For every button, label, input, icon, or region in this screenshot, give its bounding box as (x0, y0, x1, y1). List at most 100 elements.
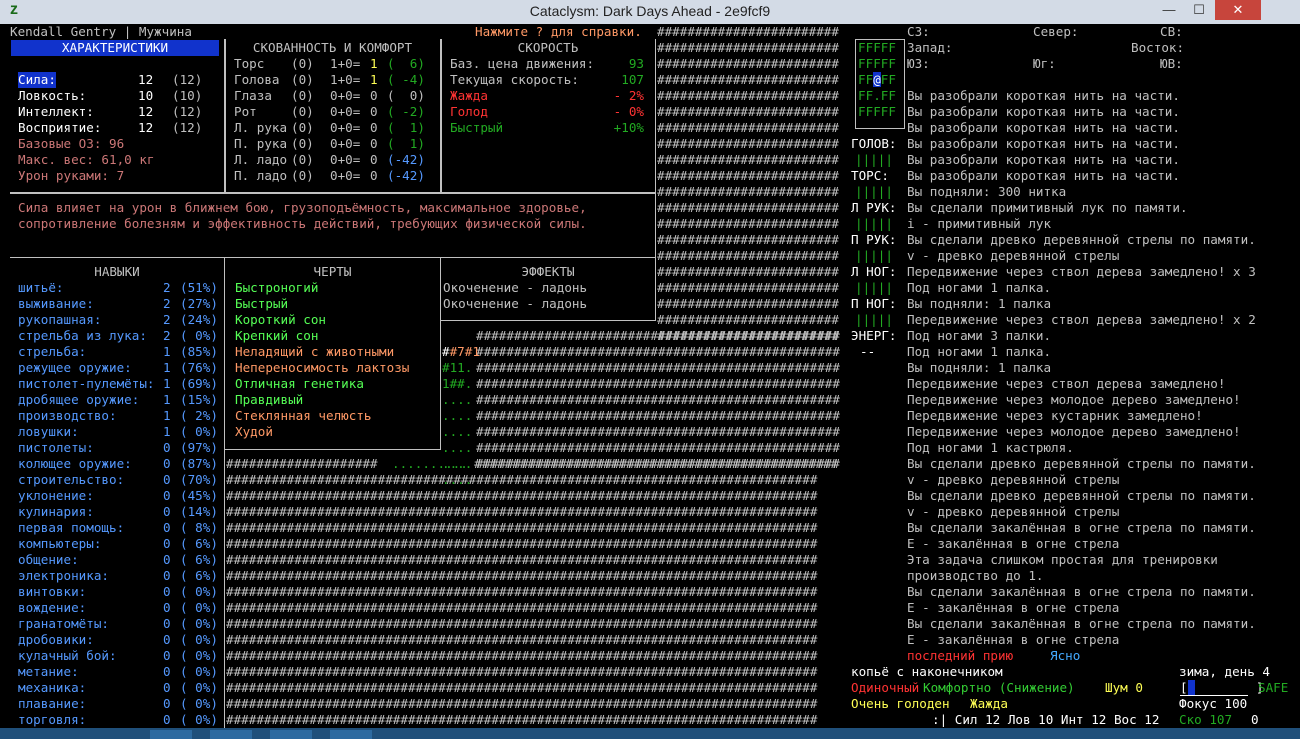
stat-value: 12 (138, 120, 154, 135)
enc-part: Л. рука (234, 120, 288, 135)
taskbar-app[interactable] (270, 730, 312, 739)
skill-progress: (85%) (180, 344, 218, 359)
taskbar-app[interactable] (150, 730, 192, 739)
skill-name: пистолет-пулемёты: (18, 376, 155, 391)
log-line: Передвижение через ствол дерева замедлен… (907, 264, 1256, 279)
taskbar-app[interactable] (330, 730, 372, 739)
enc-part: П. ладо (234, 168, 288, 183)
maximize-button[interactable]: ☐ (1185, 0, 1213, 20)
map-hash-row: ######################## (657, 88, 839, 103)
enc-c: 0 (370, 88, 378, 103)
safe-mode[interactable]: SAFE (1258, 680, 1288, 696)
skill-progress: ( 0%) (180, 664, 218, 679)
skill-progress: (97%) (180, 440, 218, 455)
taskbar-app[interactable] (210, 730, 252, 739)
enc-c: 1 (370, 72, 378, 87)
skill-progress: (14%) (180, 504, 218, 519)
skill-name: ловушки: (18, 424, 79, 439)
skill-name: режущее оружие: (18, 360, 132, 375)
bodypart-hp-bar: ||||| (855, 184, 893, 199)
skill-name: дробовики: (18, 632, 94, 647)
skill-level: 0 (163, 664, 171, 679)
map-hash-row: ########################################… (226, 600, 818, 615)
enc-d: (-42) (387, 168, 425, 183)
enc-part: Голова (234, 72, 280, 87)
skill-name: плавание: (18, 696, 87, 711)
map-hash-row: ########################################… (226, 552, 818, 567)
skill-level: 0 (163, 520, 171, 535)
enc-b: 0+0= (330, 136, 361, 151)
map-hash-row: ########################################… (226, 664, 818, 679)
map-hash-row: ########################################… (226, 472, 818, 487)
help-hint: Нажмите ? для справки. (475, 24, 642, 39)
skill-level: 1 (163, 392, 171, 407)
map-hash-row: ########################################… (226, 504, 818, 519)
enc-a: (0) (291, 120, 314, 135)
skill-level: 0 (163, 456, 171, 471)
stat-label: Интеллект: (18, 104, 94, 119)
log-line: E - закалённая в огне стрела (907, 536, 1120, 551)
stat-extra-line: Базовые ОЗ: 96 (18, 136, 125, 151)
skill-level: 1 (163, 408, 171, 423)
enc-d: ( -4) (387, 72, 425, 87)
log-line: Вы сделали закалённая в огне стрела по п… (907, 584, 1256, 599)
skill-level: 0 (163, 616, 171, 631)
log-line: Передвижение через молодое дерево замедл… (907, 392, 1241, 407)
map-hash-row: ########################################… (226, 696, 818, 711)
enc-d: ( 1) (387, 120, 425, 135)
enc-part: Глаза (234, 88, 272, 103)
map-hash-row: ########################################… (476, 376, 840, 391)
window-titlebar: z Cataclysm: Dark Days Ahead - 2e9fcf9 —… (0, 0, 1300, 24)
dir-w: Запад: (907, 40, 953, 55)
bodypart-label: ГОЛОВ: (851, 136, 897, 151)
skill-level: 0 (163, 680, 171, 695)
skill-progress: ( 0%) (180, 328, 218, 343)
skill-progress: ( 0%) (180, 712, 218, 727)
map-hash-row: ######################## (657, 296, 839, 311)
map-hash-row: ########################################… (226, 520, 818, 535)
enc-a: (0) (291, 168, 314, 183)
bodypart-label: ТОРС: (851, 168, 889, 183)
enc-c: 0 (370, 168, 378, 183)
enc-b: 0+0= (330, 152, 361, 167)
trait-item: Стеклянная челюсть (235, 408, 372, 423)
log-line: Вы разобрали короткая нить на части. (907, 104, 1180, 119)
enc-a: (0) (291, 152, 314, 167)
skill-progress: ( 0%) (180, 632, 218, 647)
map-hash-row: ########################################… (226, 632, 818, 647)
skill-name: кулачный бой: (18, 648, 117, 663)
map-tile-a: ##7#1 (442, 344, 480, 359)
log-line: Вы разобрали короткая нить на части. (907, 168, 1180, 183)
log-line: Вы сделали древко деревянной стрелы по п… (907, 488, 1256, 503)
log-line: Вы подняли: 1 палка (907, 360, 1052, 375)
skill-progress: ( 0%) (180, 600, 218, 615)
map-hash-row: ######################## (657, 312, 839, 327)
map-hash-row: ########################################… (226, 712, 818, 727)
map-hash-row: ########################################… (476, 424, 840, 439)
energy-bar: -- (860, 344, 876, 359)
close-button[interactable]: ✕ (1215, 0, 1261, 20)
map-hash-row: ######################## (657, 184, 839, 199)
skill-level: 0 (163, 472, 171, 487)
map-hash-row: ########################################… (476, 360, 840, 375)
enc-a: (0) (291, 56, 314, 71)
skill-name: дробящее оружие: (18, 392, 140, 407)
minimize-button[interactable]: — (1155, 0, 1183, 20)
trait-item: Неладящий с животными (235, 344, 395, 359)
noise-level: Шум 0 (1105, 680, 1143, 695)
effect-item: Окоченение - ладонь (443, 280, 588, 295)
bodypart-label: Л РУК: (851, 200, 897, 215)
enc-part: П. рука (234, 136, 288, 151)
map-hash-row: ########################################… (226, 584, 818, 599)
effects-title: ЭФФЕКТЫ (521, 264, 575, 279)
speed-value: Ско 107 (1179, 712, 1233, 727)
map-tile-c: 1##. (442, 376, 473, 391)
speed-label: Голод (450, 104, 488, 119)
enc-d: ( -2) (387, 104, 425, 119)
enc-c: 0 (370, 136, 378, 151)
skill-name: гранатомёты: (18, 616, 109, 631)
stat-label: Восприятие: (18, 120, 102, 135)
dir-s: Юг: (1033, 56, 1056, 71)
log-line: Под ногами 1 кастрюля. (907, 440, 1074, 455)
speed-value: +10% (613, 120, 644, 135)
